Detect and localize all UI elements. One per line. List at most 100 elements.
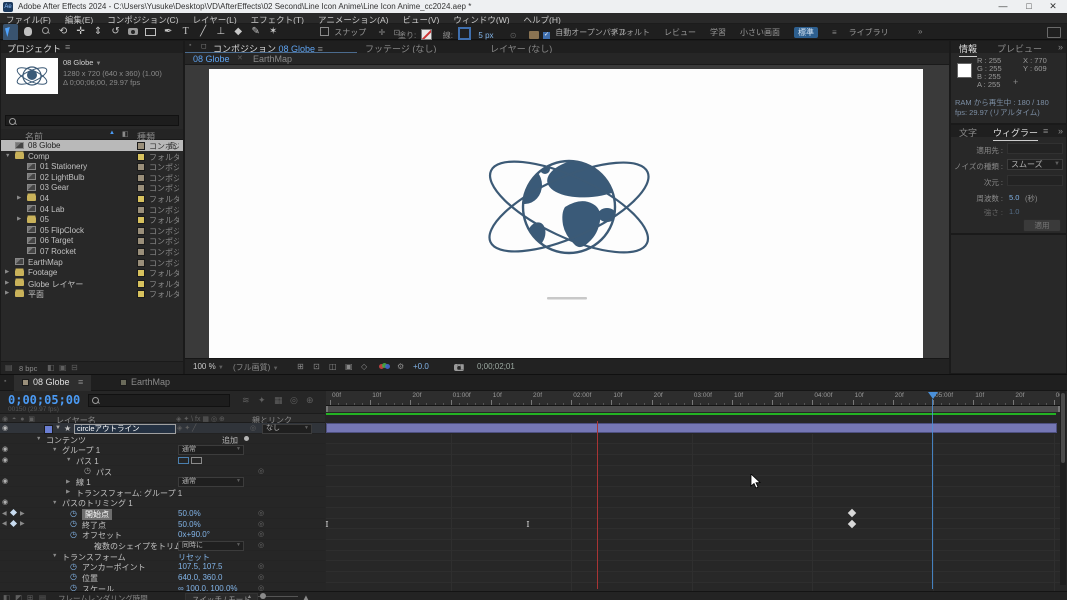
project-item-Footage[interactable]: ▶Footageフォルダー [1, 267, 183, 278]
viewer-tab-earthmap[interactable]: EarthMap [253, 54, 292, 64]
property-row-パス 1[interactable]: ◉▼パス 1 [0, 455, 325, 466]
property-value[interactable]: 640.0, 360.0 [178, 573, 222, 582]
work-area-bar[interactable] [326, 406, 1060, 412]
workspace-学習[interactable]: 学習 [710, 28, 726, 37]
project-item-05[interactable]: ▶05フォルダー [1, 214, 183, 225]
property-row-グループ 1[interactable]: ◉▼グループ 1通常▼ [0, 444, 325, 455]
snap-checkbox[interactable] [320, 27, 329, 36]
stopwatch-icon[interactable]: ◷ [70, 572, 77, 581]
tab-character[interactable]: 文字 [959, 126, 977, 139]
property-row-コンテンツ[interactable]: ▼コンテンツ追加 [0, 434, 325, 445]
project-item-03 Gear[interactable]: 03 Gearコンポジション [1, 182, 183, 193]
keyframe-nav-current-icon[interactable] [10, 520, 17, 527]
project-item-01 Stationery[interactable]: 01 Stationeryコンポジション [1, 161, 183, 172]
fill-swatch[interactable] [421, 29, 432, 40]
property-row-オフセット[interactable]: ◷オフセット0x+90.0°◎ [0, 529, 325, 540]
property-row-線 1[interactable]: ◉▶線 1通常▼ [0, 476, 325, 487]
mask-visibility-icon[interactable]: ◫ [329, 362, 337, 371]
workspace-panel-icon[interactable] [529, 31, 539, 39]
viewer-quality-select[interactable]: (フル画質) ▼ [233, 362, 279, 373]
tab-preview[interactable]: プレビュー [997, 42, 1042, 55]
property-row-開始点[interactable]: ◀▶◷開始点50.0%◎ [0, 508, 325, 519]
keyframe-nav-next-icon[interactable]: ▶ [20, 510, 25, 517]
property-row-トランスフォーム[interactable]: ▼トランスフォームリセット [0, 551, 325, 562]
snap-along-edges-icon[interactable]: ✛ [378, 28, 385, 37]
camera-tool-icon[interactable] [126, 24, 141, 40]
search-help-icon[interactable] [1047, 27, 1061, 38]
region-of-interest-icon[interactable]: ⊡ [313, 362, 320, 371]
pickwhip-icon[interactable]: ◎ [258, 573, 264, 581]
twirl-closed-icon[interactable]: ▶ [17, 195, 21, 201]
panel-lock-icon[interactable]: ◻ [201, 42, 207, 50]
property-value[interactable]: 50.0% [178, 509, 201, 518]
project-item-05 FlipClock[interactable]: 05 FlipClockコンポジション [1, 225, 183, 236]
viewer-timecode[interactable]: 0;00;02;01 [477, 362, 515, 371]
property-row-位置[interactable]: ◷位置640.0, 360.0◎ [0, 572, 325, 583]
project-item-Globe レイヤー[interactable]: ▶Globe レイヤーフォルダー [1, 278, 183, 289]
eraser-tool-icon[interactable]: ◆ [231, 24, 246, 39]
stroke-width-value[interactable]: 5 px [478, 31, 493, 40]
project-comp-name[interactable]: 08 Globe [63, 58, 93, 67]
path-direction-icon[interactable] [178, 457, 189, 464]
property-row-複数のシェイプをトリム[interactable]: 複数のシェイプをトリム同時に▼◎ [0, 540, 325, 551]
layer-name-editbox[interactable]: circleアウトライン [74, 424, 176, 434]
motion-blur-icon[interactable]: ⊕ [306, 395, 314, 406]
stopwatch-icon[interactable]: ◷ [70, 562, 77, 571]
brush-tool-icon[interactable]: ╱ [196, 24, 211, 39]
workspace-overflow[interactable]: » [918, 27, 922, 36]
layer-visibility-eye-icon[interactable]: ◉ [2, 424, 8, 432]
layer-row[interactable]: ◉ ▼ ★ circleアウトライン ◈ ✦ ╱ ◎ なし▼ [0, 423, 325, 434]
property-row-終了点[interactable]: ◀▶◷終了点50.0%◎ [0, 519, 325, 530]
project-panel-menu-icon[interactable]: ≡ [65, 42, 70, 52]
add-shape-arrow-icon[interactable] [244, 436, 249, 441]
twirl-icon[interactable]: ▼ [52, 447, 57, 453]
hide-shy-layers-icon[interactable]: ▦ [274, 395, 283, 406]
chevron-down-icon[interactable]: ▼ [96, 61, 102, 67]
grid-toggle-icon[interactable]: ⊞ [27, 593, 33, 600]
project-item-04[interactable]: ▶04フォルダー [1, 193, 183, 204]
project-item-08 Globe[interactable]: 08 Globeコンポジション品 [1, 140, 183, 151]
property-dropdown[interactable]: 通常▼ [178, 477, 244, 487]
zoom-tool-icon[interactable] [38, 24, 53, 39]
property-value[interactable]: 50.0% [178, 520, 201, 529]
twirl-closed-icon[interactable]: ▶ [17, 216, 21, 222]
auto-open-panels-checkbox[interactable]: ✓ [543, 32, 550, 39]
frequency-value[interactable]: 5.0 [1009, 193, 1019, 202]
rotation-tool-icon[interactable]: ↺ [108, 24, 123, 39]
timeline-search-input[interactable] [88, 394, 230, 407]
project-item-04 Lab[interactable]: 04 Labコンポジション [1, 204, 183, 215]
label-color-swatch[interactable] [137, 290, 145, 298]
eye-icon[interactable]: ◉ [2, 445, 8, 453]
timeline-tab-08-globe[interactable]: 08 Globe ≡ [14, 375, 91, 391]
rectangle-tool-icon[interactable] [143, 24, 158, 41]
twirl-open-icon[interactable]: ▼ [5, 153, 10, 159]
switches-modes-button[interactable]: スイッチ / モード [185, 593, 258, 600]
label-color-swatch[interactable] [137, 153, 145, 161]
workspace-ライブラリ[interactable]: ライブラリ [849, 28, 889, 37]
guides-icon[interactable]: ▣ [345, 362, 353, 371]
label-color-swatch[interactable] [137, 259, 145, 267]
exposure-value[interactable]: +0.0 [413, 362, 429, 371]
label-color-swatch[interactable] [137, 206, 145, 214]
project-item-07 Rocket[interactable]: 07 Rocketコンポジション [1, 246, 183, 257]
property-dropdown[interactable]: 同時に▼ [178, 541, 244, 551]
expand-focus-icon[interactable]: ◧ [3, 593, 10, 600]
project-item-06 Target[interactable]: 06 Targetコンポジション [1, 235, 183, 246]
parent-pickwhip-icon[interactable]: ◎ [250, 424, 256, 432]
frame-blending-icon[interactable]: ◎ [290, 395, 298, 406]
new-composition-icon[interactable]: ▣ [59, 363, 67, 372]
project-item-平面[interactable]: ▶平面フォルダー [1, 288, 183, 299]
list-toggle-icon[interactable]: ▤ [39, 593, 46, 600]
tab-info[interactable]: 情報 [959, 42, 977, 57]
timeline-tab-earthmap[interactable]: EarthMap [120, 377, 170, 387]
stroke-swatch[interactable] [458, 27, 471, 40]
project-item-02 LightBulb[interactable]: 02 LightBulbコンポジション [1, 172, 183, 183]
twirl-icon[interactable]: ▼ [52, 553, 57, 559]
project-item-Comp[interactable]: ▼Compフォルダー [1, 151, 183, 162]
layer-duration-bar[interactable] [326, 423, 1057, 433]
stopwatch-icon[interactable]: ◷ [70, 509, 77, 518]
twirl-icon[interactable]: ▶ [66, 479, 70, 485]
keyframe-nav-current-icon[interactable] [10, 509, 17, 516]
label-color-swatch[interactable] [137, 142, 145, 150]
label-color-swatch[interactable] [137, 163, 145, 171]
